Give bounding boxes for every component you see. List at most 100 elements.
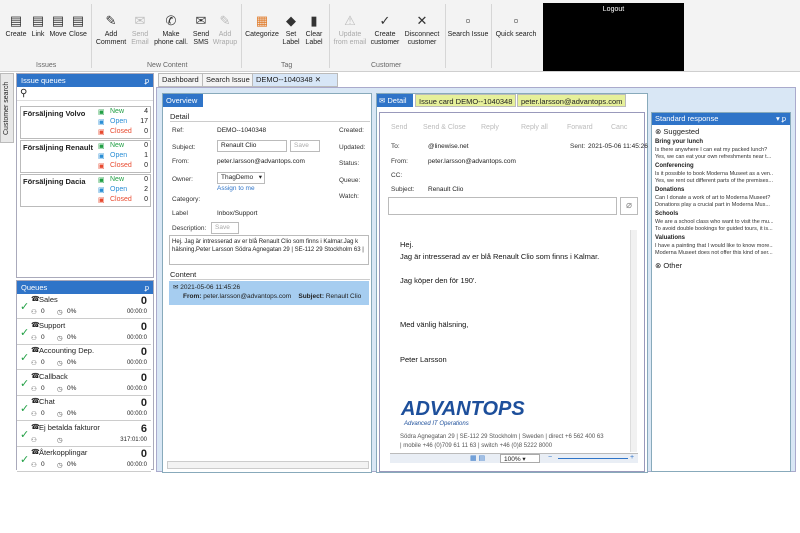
queue-item[interactable]: ✓ ☎ Ej betalda fakturor 6 ⚇ ◷ 317:01:00 bbox=[17, 421, 151, 447]
tab-dashboard[interactable]: Dashboard bbox=[158, 73, 203, 87]
queue-item[interactable]: ✓ ☎ Chat 0 ⚇ 0 ◷ 0% 00:00:0 bbox=[17, 396, 151, 421]
queue-open-row[interactable]: ▣ Open 17 bbox=[98, 118, 150, 126]
queue-item[interactable]: ✓ ☎ Support 0 ⚇ 0 ◷ 0% 00:00:0 bbox=[17, 319, 151, 345]
customer-search-tab[interactable]: Customer search bbox=[0, 73, 14, 143]
add-wrapup-button[interactable]: ✎ Add Wrapup bbox=[212, 14, 238, 47]
email-toolbar-reply-all-button[interactable]: Reply all bbox=[521, 124, 548, 131]
zoom-in-icon[interactable]: + bbox=[630, 454, 634, 461]
pin-icon[interactable]: ▾ ᵱ bbox=[776, 113, 786, 125]
link-button[interactable]: ▤ Link bbox=[28, 14, 48, 39]
queue-item[interactable]: ✓ ☎ Sales 0 ⚇ 0 ◷ 0% 00:00:0 bbox=[17, 294, 151, 319]
close-tab-icon[interactable]: ✕ bbox=[315, 75, 321, 84]
vertical-scrollbar[interactable] bbox=[630, 230, 637, 452]
queue-name: Sales bbox=[39, 295, 58, 304]
label-value: Inbox/Support bbox=[217, 210, 258, 217]
create-customer-button[interactable]: ✓ Create customer bbox=[370, 14, 400, 47]
open-label: Open bbox=[110, 118, 128, 125]
queue-closed-row[interactable]: ▣ Closed 0 bbox=[98, 162, 150, 170]
create-button[interactable]: ▤ Create bbox=[5, 14, 27, 39]
queue-count: 0 bbox=[140, 320, 147, 333]
status-label: Status: bbox=[339, 160, 360, 167]
response-item[interactable]: Yes, we rent out different parts of the … bbox=[655, 178, 773, 185]
response-item[interactable]: We are a school class who want to visit … bbox=[655, 219, 773, 226]
pin-icon[interactable]: ᵱ bbox=[145, 74, 149, 87]
email-toolbar-forward-button[interactable]: Forward bbox=[567, 124, 593, 131]
response-item[interactable]: Can I donate a work of art to Moderna Mu… bbox=[655, 195, 773, 202]
add-comment-button[interactable]: ✎ Add Comment bbox=[94, 14, 128, 47]
quick-search-button[interactable]: ▫ Quick search bbox=[493, 14, 539, 39]
clear-label-button[interactable]: ▮ Clear Label bbox=[302, 14, 326, 47]
issue-queue-card[interactable]: Försäljning Volvo ▣ New 4 ▣ Open 17 ▣ Closed 0 bbox=[20, 106, 151, 139]
queue-item[interactable]: ✓ ☎ Återkopplingar 0 ⚇ 0 ◷ 0% 00:00:0 bbox=[17, 447, 151, 472]
queue-agents: 0 bbox=[41, 333, 45, 341]
issue-queue-card[interactable]: Försäljning Renault ▣ New 0 ▣ Open 1 ▣ Closed 0 bbox=[20, 140, 151, 173]
tag-icon: ◆ bbox=[286, 13, 296, 28]
assign-to-me-link[interactable]: Assign to me bbox=[217, 185, 255, 192]
tag-group-label: Tag bbox=[281, 62, 293, 69]
queue-closed-row[interactable]: ▣ Closed 0 bbox=[98, 196, 150, 204]
attachment-field[interactable] bbox=[388, 197, 617, 215]
tab-search-issue[interactable]: Search Issue bbox=[202, 73, 254, 87]
paperclip-icon[interactable]: ⌀ bbox=[620, 197, 638, 215]
queue-new-row[interactable]: ▣ New 0 bbox=[98, 142, 150, 150]
issue-queue-card[interactable]: Försäljning Dacia ▣ New 0 ▣ Open 2 ▣ Closed 0 bbox=[20, 174, 151, 207]
detail-tab[interactable]: ✉ Detail bbox=[377, 94, 413, 107]
queue-item[interactable]: ✓ ☎ Callback 0 ⚇ 0 ◷ 0% 00:00:0 bbox=[17, 370, 151, 396]
response-item[interactable]: Is there anywhere I can eat my packed lu… bbox=[655, 147, 773, 154]
queue-name: Support bbox=[39, 320, 66, 330]
zoom-slider[interactable] bbox=[558, 458, 628, 459]
owner-select[interactable]: ThagDemo ▾ bbox=[217, 172, 265, 184]
response-item[interactable]: Moderna Museet does not offer this kind … bbox=[655, 250, 773, 257]
response-item[interactable]: Yes, we can eat your own refreshments ne… bbox=[655, 154, 773, 161]
close-button[interactable]: ▤ Close bbox=[68, 14, 88, 39]
divider bbox=[170, 121, 370, 122]
zoom-out-icon[interactable]: − bbox=[548, 454, 552, 461]
email-toolbar-reply-button[interactable]: Reply bbox=[481, 124, 499, 131]
logout-panel[interactable]: Logout bbox=[543, 3, 684, 71]
response-item[interactable]: I have a painting that I would like to k… bbox=[655, 243, 773, 250]
closed-label: Closed bbox=[110, 162, 132, 169]
pin-icon[interactable]: ᵱ bbox=[145, 281, 149, 294]
email-tab[interactable]: peter.larsson@advantops.com bbox=[517, 94, 627, 107]
response-item[interactable]: Is it possible to book Moderna Museet as… bbox=[655, 171, 773, 178]
description-text[interactable]: Hej. Jag är intresserad av er blå Renaul… bbox=[169, 235, 369, 265]
content-item[interactable]: ✉ 2021-05-06 11:45:26 From: peter.larsso… bbox=[169, 281, 369, 305]
horizontal-scrollbar[interactable] bbox=[167, 461, 369, 469]
agents-icon: ⚇ bbox=[31, 462, 37, 469]
send-sms-button[interactable]: ✉ Send SMS bbox=[190, 14, 212, 47]
update-from-email-button[interactable]: ⚠ Update from email bbox=[331, 14, 369, 47]
send-email-button[interactable]: ✉ Send Email bbox=[128, 14, 152, 47]
subject-save-button[interactable]: Save bbox=[290, 140, 320, 152]
suggested-header[interactable]: ⊗ Suggested bbox=[655, 127, 699, 136]
move-button[interactable]: ▤ Move bbox=[48, 14, 68, 39]
response-item[interactable]: To avoid double bookings for guided tour… bbox=[655, 226, 773, 233]
zoom-select[interactable]: 100% ▾ bbox=[500, 454, 540, 463]
response-item[interactable]: Donations play a crucial part in Moderna… bbox=[655, 202, 773, 209]
queue-item[interactable]: ✓ ☎ Accounting Dep. 0 ⚇ 0 ◷ 0% 00:00:0 bbox=[17, 345, 151, 370]
description-save-button[interactable]: Save bbox=[211, 222, 239, 234]
email-toolbar-canc-button[interactable]: Canc bbox=[611, 124, 627, 131]
disconnect-customer-button[interactable]: ✕ Disconnect customer bbox=[402, 14, 442, 47]
layout-icon[interactable]: ▦ ▤ bbox=[470, 454, 485, 462]
search-issue-button[interactable]: ▫ Search Issue bbox=[447, 14, 489, 39]
queue-new-row[interactable]: ▣ New 4 bbox=[98, 108, 150, 116]
email-toolbar-send-button[interactable]: Send bbox=[391, 124, 407, 131]
queue-open-row[interactable]: ▣ Open 1 bbox=[98, 152, 150, 160]
issue-card-tab[interactable]: Issue card DEMO--1040348 bbox=[415, 94, 517, 107]
closed-label: Closed bbox=[110, 196, 132, 203]
set-label-button[interactable]: ◆ Set Label bbox=[280, 14, 302, 47]
ribbon: ▤ Create ▤ Link ▤ Move ▤ Close Issues ✎ Add C… bbox=[0, 0, 800, 72]
email-body-line: Peter Larsson bbox=[400, 355, 447, 364]
categorize-button[interactable]: ▦ Categorize bbox=[244, 14, 280, 39]
email-toolbar-send-close-button[interactable]: Send & Close bbox=[423, 124, 466, 131]
subject-input[interactable]: Renault Clio bbox=[217, 140, 287, 152]
queue-percent: 0% bbox=[67, 308, 77, 315]
queue-closed-row[interactable]: ▣ Closed 0 bbox=[98, 128, 150, 136]
queue-new-row[interactable]: ▣ New 0 bbox=[98, 176, 150, 184]
search-icon[interactable]: ⚲ bbox=[17, 87, 153, 101]
other-header[interactable]: ⊗ Other bbox=[655, 261, 682, 270]
make-phone-call-button[interactable]: ✆ Make phone call. bbox=[152, 14, 190, 47]
queue-open-row[interactable]: ▣ Open 2 bbox=[98, 186, 150, 194]
tab-demo-issue[interactable]: DEMO--1040348 ✕ bbox=[252, 73, 338, 87]
overview-tab[interactable]: Overview bbox=[163, 94, 203, 107]
